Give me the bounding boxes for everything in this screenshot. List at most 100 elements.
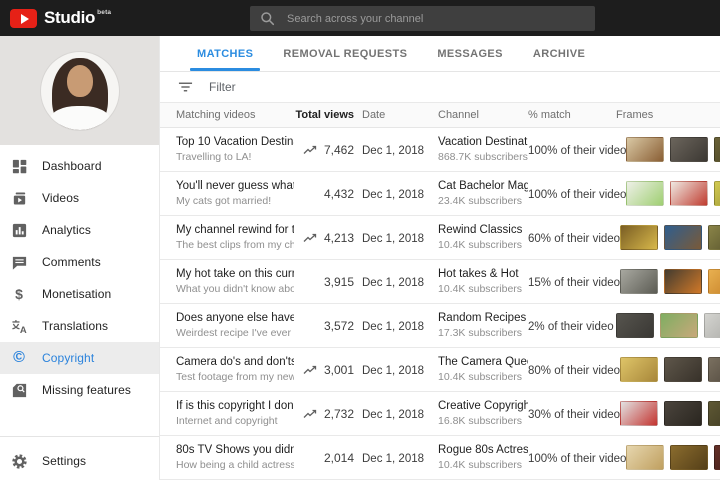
sidebar-item-label: Comments [42,255,101,269]
frames-cell [626,181,720,206]
channel-cell: Random Recipes 17.3K subscribers [438,311,528,340]
sidebar-item-missing-features[interactable]: Missing features [0,374,159,406]
sidebar-item-dashboard[interactable]: Dashboard [0,150,159,182]
translations-icon: A [10,317,28,335]
channel-name: Rogue 80s Actress [438,443,528,458]
channel-subscribers: 10.4K subscribers [438,370,528,384]
match-cell: 15% of their video [528,273,620,291]
sidebar-item-label: Settings [42,454,86,468]
channel-cell: Creative Copyright 16.8K subscribers [438,399,528,428]
frame-thumbnail [616,313,654,338]
col-header-total-views[interactable]: Total views [294,109,354,121]
sidebar-item-monetisation[interactable]: $ Monetisation [0,278,159,310]
match-cell: 100% of their video [528,141,626,159]
table-row[interactable]: You'll never guess what happen... My cat… [160,172,720,216]
total-views-value: 7,462 [324,143,354,157]
svg-text:A: A [19,325,26,335]
frame-thumbnail [664,225,702,250]
video-cell: Does anyone else have these wei... Weird… [160,311,294,340]
match-percent-value: 15% of their video [528,277,620,289]
col-header-matching-videos[interactable]: Matching videos [160,109,294,121]
col-header-date[interactable]: Date [362,109,432,121]
table-row[interactable]: My channel rewind for the year The best … [160,216,720,260]
top-header: Studio beta [0,0,720,36]
table-row[interactable]: Does anyone else have these wei... Weird… [160,304,720,348]
frame-thumbnail [708,401,720,426]
total-views-value: 3,001 [324,363,354,377]
date-value: Dec 1, 2018 [362,409,424,421]
trending-icon [303,409,318,419]
match-percent-value: 80% of their video [528,365,620,377]
col-header-channel[interactable]: Channel [438,109,528,121]
tab-messages[interactable]: MESSAGES [422,36,518,71]
avatar-section [0,36,159,145]
channel-avatar[interactable] [41,52,119,130]
frames-cell [620,225,720,250]
table-row[interactable]: Top 10 Vacation Destinations Travelling … [160,128,720,172]
table-row[interactable]: My hot take on this current socia... Wha… [160,260,720,304]
match-percent-value: 30% of their video [528,409,620,421]
tab-label: REMOVAL REQUESTS [283,48,407,60]
tab-removal-requests[interactable]: REMOVAL REQUESTS [268,36,422,71]
total-views-value: 4,432 [324,187,354,201]
tab-archive[interactable]: ARCHIVE [518,36,600,71]
tab-label: ARCHIVE [533,48,585,60]
sidebar-nav: Dashboard Videos [0,145,159,477]
col-header-match[interactable]: % match [528,109,616,121]
sidebar-item-label: Dashboard [42,159,102,173]
views-cell: 4,213 [294,231,354,245]
frame-thumbnail [708,357,720,382]
frame-thumbnail [620,357,658,382]
missing-features-icon [10,381,28,399]
filter-bar[interactable]: Filter [160,72,720,103]
sidebar-item-copyright[interactable]: © Copyright [0,342,159,374]
filter-icon [178,80,193,94]
date-cell: Dec 1, 2018 [362,273,432,291]
table-row[interactable]: 80s TV Shows you didn't know w... How be… [160,436,720,480]
frame-thumbnail [620,401,658,426]
match-cell: 80% of their video [528,361,620,379]
youtube-studio-logo[interactable]: Studio beta [10,8,111,28]
sidebar-item-analytics[interactable]: Analytics [0,214,159,246]
match-cell: 100% of their video [528,449,626,467]
views-cell: 2,732 [294,407,354,421]
tab-matches[interactable]: MATCHES [182,36,268,71]
match-percent-value: 60% of their video [528,233,620,245]
match-percent-value: 100% of their video [528,145,626,157]
match-cell: 100% of their video [528,185,626,203]
video-subtitle: Internet and copyright [176,414,294,428]
search-input[interactable] [287,13,567,25]
date-cell: Dec 1, 2018 [362,317,432,335]
total-views-value: 2,732 [324,407,354,421]
match-percent-value: 100% of their video [528,453,626,465]
table-row[interactable]: Camera do's and don'ts Test footage from… [160,348,720,392]
sidebar-item-label: Monetisation [42,287,111,301]
frames-cell [616,313,720,338]
sidebar-item-settings[interactable]: Settings [0,445,159,477]
sidebar-item-translations[interactable]: A Translations [0,310,159,342]
col-header-frames[interactable]: Frames [616,109,720,121]
total-views-value: 3,915 [324,275,354,289]
trending-icon [303,233,318,243]
video-cell: My channel rewind for the year The best … [160,223,294,252]
channel-subscribers: 10.4K subscribers [438,458,528,472]
table-header: Matching videos Total views Date Channel… [160,103,720,128]
frames-cell [620,357,720,382]
date-cell: Dec 1, 2018 [362,361,432,379]
sidebar-item-comments[interactable]: Comments [0,246,159,278]
frames-cell [620,269,720,294]
views-cell: 4,432 [294,187,354,201]
channel-name: Hot takes & Hot [438,267,528,282]
channel-search-box[interactable] [250,6,595,31]
sidebar-item-videos[interactable]: Videos [0,182,159,214]
date-value: Dec 1, 2018 [362,189,424,201]
video-subtitle: Weirdest recipe I've ever tried maki... [176,326,294,340]
date-value: Dec 1, 2018 [362,321,424,333]
sidebar-divider [0,436,159,437]
video-subtitle: Travelling to LA! [176,150,294,164]
monetisation-icon: $ [10,285,28,303]
table-row[interactable]: If is this copyright I don't want to ...… [160,392,720,436]
video-cell: You'll never guess what happen... My cat… [160,179,294,208]
frame-thumbnail [626,181,664,206]
date-cell: Dec 1, 2018 [362,185,432,203]
